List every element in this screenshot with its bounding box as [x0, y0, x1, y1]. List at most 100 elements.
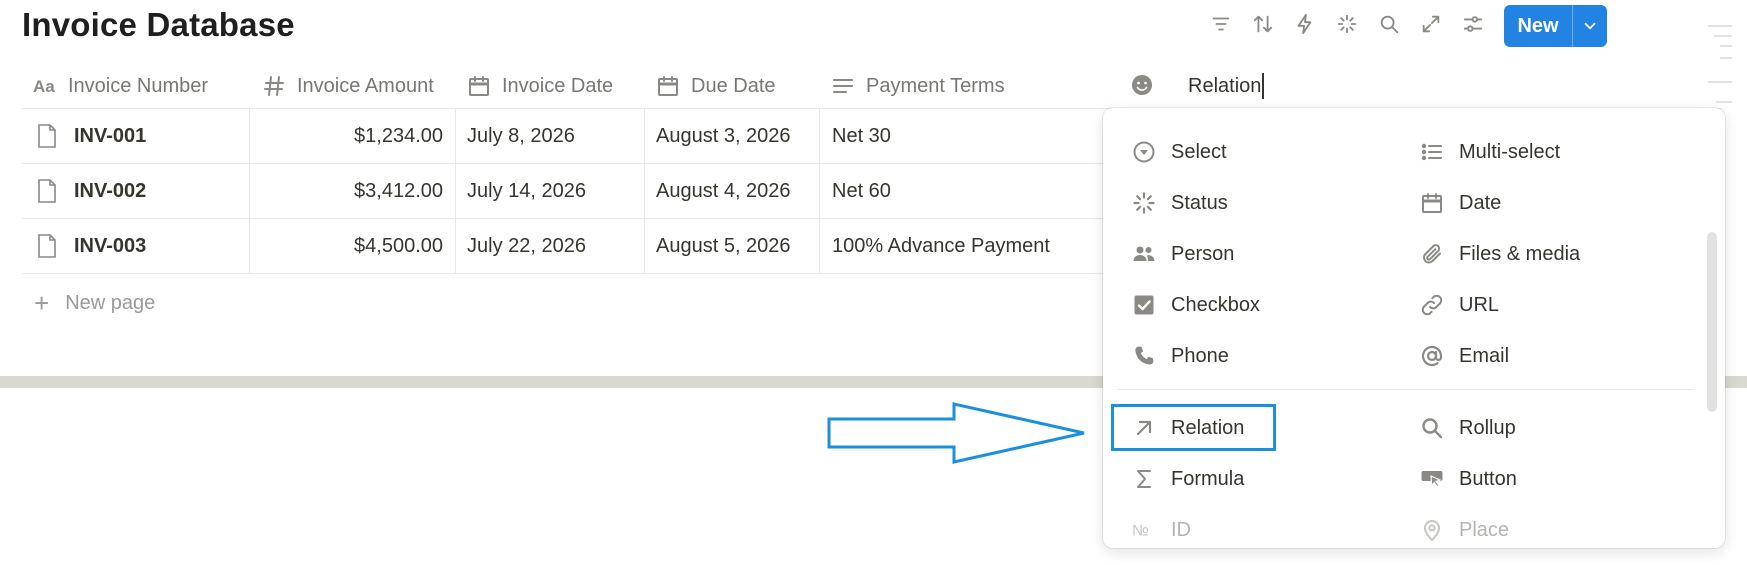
new-page-label: New page [65, 291, 156, 314]
sparkle-icon[interactable] [1335, 12, 1359, 36]
column-header-invoice-date[interactable]: Invoice Date [466, 64, 613, 108]
column-label: Invoice Amount [297, 74, 434, 97]
menu-item-status[interactable]: Status [1131, 181, 1228, 225]
invoice-amount-cell[interactable]: $1,234.00 [250, 109, 443, 163]
due-date-cell[interactable]: August 3, 2026 [656, 109, 791, 163]
invoice-amount-cell[interactable]: $4,500.00 [250, 219, 443, 273]
chevron-down-icon[interactable] [1573, 5, 1607, 47]
invoice-date-cell[interactable]: July 14, 2026 [467, 164, 586, 218]
link-icon [1419, 292, 1445, 318]
menu-item-label: Button [1459, 467, 1517, 490]
magnifier-icon [1419, 415, 1445, 441]
property-name-input[interactable]: Relation [1188, 64, 1265, 108]
annotation-arrow-icon [827, 402, 1085, 464]
due-date-cell[interactable]: August 5, 2026 [656, 219, 791, 273]
menu-item-formula[interactable]: Formula [1131, 457, 1244, 501]
menu-item-label: Rollup [1459, 416, 1516, 439]
plus-icon: + [34, 288, 50, 318]
menu-item-button[interactable]: Button [1419, 457, 1517, 501]
menu-item-date[interactable]: Date [1419, 181, 1501, 225]
menu-item-email[interactable]: Email [1419, 334, 1509, 378]
page-icon [36, 123, 60, 149]
text-cursor [1262, 73, 1265, 99]
menu-item-label: Person [1171, 242, 1235, 265]
menu-divider [1117, 389, 1693, 390]
at-icon [1419, 343, 1445, 369]
column-header-invoice-number[interactable]: Aa Invoice Number [32, 64, 208, 108]
property-type-menu: Select Multi-select Status Date Person F… [1103, 108, 1725, 548]
table-header: Aa Invoice Number Invoice Amount Invoice… [22, 64, 1722, 109]
invoice-number: INV-001 [74, 124, 147, 147]
menu-item-select[interactable]: Select [1131, 130, 1227, 174]
search-icon[interactable] [1377, 12, 1401, 36]
numero-icon: № [1131, 517, 1157, 543]
property-name-value: Relation [1188, 74, 1262, 97]
lightning-icon[interactable] [1293, 12, 1317, 36]
column-header-due-date[interactable]: Due Date [655, 64, 776, 108]
text-lines-icon [830, 73, 856, 99]
invoice-amount-cell[interactable]: $3,412.00 [250, 164, 443, 218]
menu-scrollbar[interactable] [1707, 232, 1717, 412]
invoice-number-cell[interactable]: INV-002 [36, 164, 146, 218]
menu-item-files-media[interactable]: Files & media [1419, 232, 1580, 276]
side-outline-marks [1708, 25, 1732, 103]
table-row[interactable]: INV-003 $4,500.00 July 22, 2026 August 5… [22, 219, 1107, 274]
menu-item-label: Multi-select [1459, 140, 1561, 163]
payment-terms-cell[interactable]: Net 30 [832, 109, 891, 163]
sigma-icon [1131, 466, 1157, 492]
column-label: Due Date [691, 74, 776, 97]
calendar-icon [1419, 190, 1445, 216]
text-aa-icon: Aa [32, 73, 58, 99]
hash-icon [261, 73, 287, 99]
menu-item-phone[interactable]: Phone [1131, 334, 1229, 378]
menu-item-checkbox[interactable]: Checkbox [1131, 283, 1260, 327]
menu-item-rollup[interactable]: Rollup [1419, 406, 1516, 450]
menu-item-label: Checkbox [1171, 293, 1260, 316]
expand-icon[interactable] [1419, 12, 1443, 36]
page-icon [36, 178, 60, 204]
paperclip-icon [1419, 241, 1445, 267]
svg-text:Aa: Aa [33, 77, 55, 96]
due-date-cell[interactable]: August 4, 2026 [656, 164, 791, 218]
payment-terms-cell[interactable]: 100% Advance Payment [832, 219, 1050, 273]
column-header-invoice-amount[interactable]: Invoice Amount [261, 64, 434, 108]
menu-item-label: Formula [1171, 467, 1245, 490]
invoice-date-cell[interactable]: July 8, 2026 [467, 109, 575, 163]
new-page-button[interactable]: + New page [34, 290, 155, 316]
select-icon [1131, 139, 1157, 165]
sort-icon[interactable] [1251, 12, 1275, 36]
menu-item-label: Select [1171, 140, 1227, 163]
filter-icon[interactable] [1209, 12, 1233, 36]
new-button[interactable]: New [1504, 5, 1572, 47]
menu-item-id[interactable]: № ID [1131, 508, 1191, 548]
invoice-date-cell[interactable]: July 22, 2026 [467, 219, 586, 273]
table-row[interactable]: INV-001 $1,234.00 July 8, 2026 August 3,… [22, 109, 1107, 164]
button-cursor-icon [1419, 466, 1445, 492]
status-loader-icon [1131, 190, 1157, 216]
menu-item-person[interactable]: Person [1131, 232, 1234, 276]
menu-item-label: Place [1459, 518, 1510, 541]
column-label: Payment Terms [866, 74, 1005, 97]
settings-sliders-icon[interactable] [1461, 12, 1485, 36]
menu-item-place[interactable]: Place [1419, 508, 1509, 548]
menu-item-multi-select[interactable]: Multi-select [1419, 130, 1560, 174]
invoice-number: INV-002 [74, 179, 147, 202]
annotation-highlight-box [1111, 404, 1276, 451]
table-row[interactable]: INV-002 $3,412.00 July 14, 2026 August 4… [22, 164, 1107, 219]
column-header-payment-terms[interactable]: Payment Terms [830, 64, 1005, 108]
column-label: Invoice Number [68, 74, 209, 97]
page-title: Invoice Database [22, 6, 295, 43]
invoice-number-cell[interactable]: INV-001 [36, 109, 146, 163]
menu-item-label: URL [1459, 293, 1500, 316]
location-pin-icon [1419, 517, 1445, 543]
new-button-group: New [1504, 5, 1607, 47]
menu-item-url[interactable]: URL [1419, 283, 1499, 327]
phone-icon [1131, 343, 1157, 369]
smiley-icon[interactable] [1130, 73, 1156, 99]
payment-terms-cell[interactable]: Net 60 [832, 164, 891, 218]
page-icon [36, 233, 60, 259]
menu-item-label: Files & media [1459, 242, 1581, 265]
menu-item-label: Email [1459, 344, 1510, 367]
invoice-number-cell[interactable]: INV-003 [36, 219, 146, 273]
menu-item-label: Status [1171, 191, 1228, 214]
